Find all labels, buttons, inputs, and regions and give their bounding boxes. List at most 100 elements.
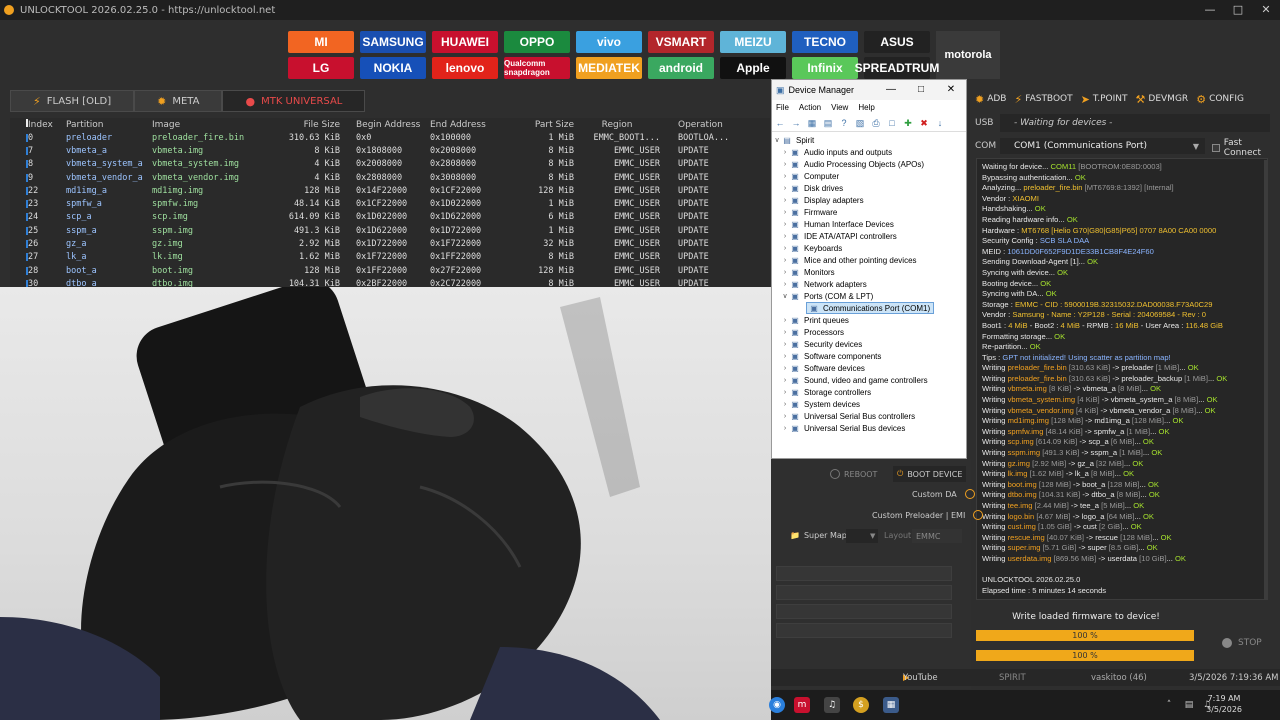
device-tree-item[interactable]: › ▣ Software components bbox=[772, 350, 966, 362]
usb-select[interactable]: - Waiting for devices - bbox=[1000, 114, 1270, 132]
menu-file[interactable]: File bbox=[776, 103, 789, 112]
table-row[interactable]: ✓23 spmfw_a spmfw.img 48.14 KiB 0x1CF22000 0x… bbox=[10, 197, 770, 210]
brand-logo-oppo[interactable]: OPPO bbox=[504, 31, 570, 53]
add-icon[interactable]: ✚ bbox=[902, 117, 914, 129]
menu-help[interactable]: Help bbox=[858, 103, 874, 112]
table-row[interactable]: ✓9 vbmeta_vendor_a vbmeta_vendor.img 4 KiB 0… bbox=[10, 171, 770, 184]
device-tree-item[interactable]: › ▣ Sound, video and game controllers bbox=[772, 374, 966, 386]
row-checkbox[interactable]: ✓ bbox=[10, 226, 28, 236]
tpoint-button[interactable]: ➤ T.POINT bbox=[1081, 93, 1128, 106]
device-tree-item[interactable]: › ▣ Computer bbox=[772, 170, 966, 182]
table-row[interactable]: ✓22 md1img_a md1img.img 128 MiB 0x14F22000 0x… bbox=[10, 184, 770, 197]
row-checkbox[interactable]: ✓ bbox=[10, 199, 28, 209]
brand-logo-mi[interactable]: MI bbox=[288, 31, 354, 53]
minimize-button[interactable]: — bbox=[1196, 0, 1224, 20]
unlocktool-taskbar-icon[interactable]: ▦ bbox=[883, 697, 899, 713]
brand-logo-asus[interactable]: ASUS bbox=[864, 31, 930, 53]
menu-view[interactable]: View bbox=[831, 103, 848, 112]
device-tree-item[interactable]: › ▣ Display adapters bbox=[772, 194, 966, 206]
device-tree-item[interactable]: › ▣ Universal Serial Bus controllers bbox=[772, 410, 966, 422]
back-icon[interactable]: ← bbox=[774, 117, 786, 129]
brand-logo-motorola[interactable]: motorola bbox=[936, 31, 1000, 79]
brand-logo-android[interactable]: android bbox=[648, 57, 714, 79]
option-field-4[interactable] bbox=[776, 623, 952, 638]
tray-chevron-icon[interactable]: ˄ bbox=[1161, 697, 1177, 713]
device-tree-item[interactable]: › ▣ Mice and other pointing devices bbox=[772, 254, 966, 266]
list-icon[interactable]: ▤ bbox=[822, 117, 834, 129]
brand-logo-spreadtrum[interactable]: SPREADTRUM bbox=[855, 57, 939, 79]
device-tree-item[interactable]: ∨ ▣ Ports (COM & LPT) bbox=[772, 290, 966, 302]
tab-flash-old[interactable]: ⚡ FLASH [OLD] bbox=[10, 90, 135, 112]
details-icon[interactable]: ▧ bbox=[854, 117, 866, 129]
brand-logo-mediatek[interactable]: MEDIATEK bbox=[576, 57, 642, 79]
tab-mtk-universal[interactable]: ● MTK UNIVERSAL bbox=[222, 90, 366, 112]
fastboot-button[interactable]: ⚡ FASTBOOT bbox=[1014, 93, 1072, 106]
table-row[interactable]: ✓0 preloader preloader_fire.bin 310.63 KiB 0… bbox=[10, 131, 770, 144]
device-tree-item[interactable]: › ▣ Monitors bbox=[772, 266, 966, 278]
dm-minimize-button[interactable]: — bbox=[876, 80, 906, 100]
row-checkbox[interactable]: ✓ bbox=[10, 266, 28, 276]
header-end-address[interactable]: End Address bbox=[420, 120, 504, 130]
header-image[interactable]: Image bbox=[152, 120, 270, 130]
device-tree-item[interactable]: › ▣ Software devices bbox=[772, 362, 966, 374]
download-icon[interactable]: ↓ bbox=[934, 117, 946, 129]
stop-button[interactable]: STOP bbox=[1222, 638, 1262, 648]
com-select[interactable]: COM1 (Communications Port) ▼ bbox=[1000, 138, 1205, 154]
devmgr-button[interactable]: ⚒ DEVMGR bbox=[1136, 93, 1189, 106]
tab-meta[interactable]: ✹ META bbox=[134, 90, 223, 112]
adb-button[interactable]: ✹ ADB bbox=[975, 93, 1006, 106]
emmc-select[interactable]: EMMC bbox=[912, 529, 962, 543]
device-tree-item[interactable]: › ▣ Storage controllers bbox=[772, 386, 966, 398]
help-icon[interactable]: ? bbox=[838, 117, 850, 129]
brand-logo-qualcomm-snapdragon[interactable]: Qualcomm snapdragon bbox=[504, 57, 570, 79]
brand-logo-infinix[interactable]: Infinix bbox=[792, 57, 858, 79]
taskbar-clock[interactable]: 7:19 AM 3/5/2026 bbox=[1206, 693, 1242, 715]
header-operation[interactable]: Operation bbox=[664, 120, 734, 130]
super-map-option[interactable]: 📁 Super Map bbox=[790, 531, 847, 540]
brand-logo-samsung[interactable]: SAMSUNG bbox=[360, 31, 426, 53]
header-part-size[interactable]: Part Size bbox=[504, 120, 574, 130]
grid-icon[interactable]: ▦ bbox=[806, 117, 818, 129]
close-button[interactable]: ✕ bbox=[1252, 0, 1280, 20]
device-tree-item[interactable]: › ▣ Disk drives bbox=[772, 182, 966, 194]
config-button[interactable]: ⚙ CONFIG bbox=[1196, 93, 1244, 106]
brand-logo-huawei[interactable]: HUAWEI bbox=[432, 31, 498, 53]
row-checkbox[interactable]: ✓ bbox=[10, 173, 28, 183]
device-tree-item-com1[interactable]: ▣ Communications Port (COM1) bbox=[806, 302, 934, 314]
header-index[interactable]: Index bbox=[28, 120, 66, 130]
device-tree-item[interactable]: › ▣ Universal Serial Bus devices bbox=[772, 422, 966, 434]
row-checkbox[interactable]: ✓ bbox=[10, 212, 28, 222]
maximize-button[interactable]: □ bbox=[1224, 0, 1252, 20]
select-all-checkbox[interactable] bbox=[10, 119, 28, 130]
brand-logo-meizu[interactable]: MEIZU bbox=[720, 31, 786, 53]
table-row[interactable]: ✓28 boot_a boot.img 128 MiB 0x1FF22000 0x27F2… bbox=[10, 264, 770, 277]
brand-logo-vivo[interactable]: vivo bbox=[576, 31, 642, 53]
fast-connect-checkbox[interactable]: Fast Connect bbox=[1212, 138, 1280, 158]
device-tree-item[interactable]: › ▣ System devices bbox=[772, 398, 966, 410]
header-begin-address[interactable]: Begin Address bbox=[340, 120, 420, 130]
chrome-icon[interactable]: ◉ bbox=[769, 697, 785, 713]
dm-maximize-button[interactable]: □ bbox=[906, 80, 936, 100]
row-checkbox[interactable]: ✓ bbox=[10, 146, 28, 156]
device-tree-item[interactable]: › ▣ Print queues bbox=[772, 314, 966, 326]
header-partition[interactable]: Partition bbox=[66, 120, 152, 130]
brand-logo-lenovo[interactable]: lenovo bbox=[432, 57, 498, 79]
table-row[interactable]: ✓8 vbmeta_system_a vbmeta_system.img 4 KiB 0… bbox=[10, 158, 770, 171]
super-map-select[interactable]: ▼ bbox=[846, 529, 878, 543]
boot-device-button[interactable]: ⏻ BOOT DEVICE bbox=[893, 466, 967, 482]
header-file-size[interactable]: File Size bbox=[270, 120, 340, 130]
brand-logo-vsmart[interactable]: VSMART bbox=[648, 31, 714, 53]
coin-icon[interactable]: $ bbox=[853, 697, 869, 713]
device-tree-item[interactable]: › ▣ Keyboards bbox=[772, 242, 966, 254]
remove-icon[interactable]: ✖ bbox=[918, 117, 930, 129]
log-scrollbar[interactable] bbox=[1264, 160, 1267, 600]
table-row[interactable]: ✓26 gz_a gz.img 2.92 MiB 0x1D722000 0x1F72200… bbox=[10, 237, 770, 250]
dm-close-button[interactable]: ✕ bbox=[936, 80, 966, 100]
row-checkbox[interactable]: ✓ bbox=[10, 252, 28, 262]
row-checkbox[interactable]: ✓ bbox=[10, 239, 28, 249]
device-tree-item[interactable]: › ▣ IDE ATA/ATAPI controllers bbox=[772, 230, 966, 242]
custom-preloader-option[interactable]: Custom Preloader | EMI bbox=[872, 510, 984, 520]
table-row[interactable]: ✓25 sspm_a sspm.img 491.3 KiB 0x1D622000 0x1D… bbox=[10, 224, 770, 237]
device-tree-item[interactable]: › ▣ Processors bbox=[772, 326, 966, 338]
brand-logo-tecno[interactable]: TECNO bbox=[792, 31, 858, 53]
